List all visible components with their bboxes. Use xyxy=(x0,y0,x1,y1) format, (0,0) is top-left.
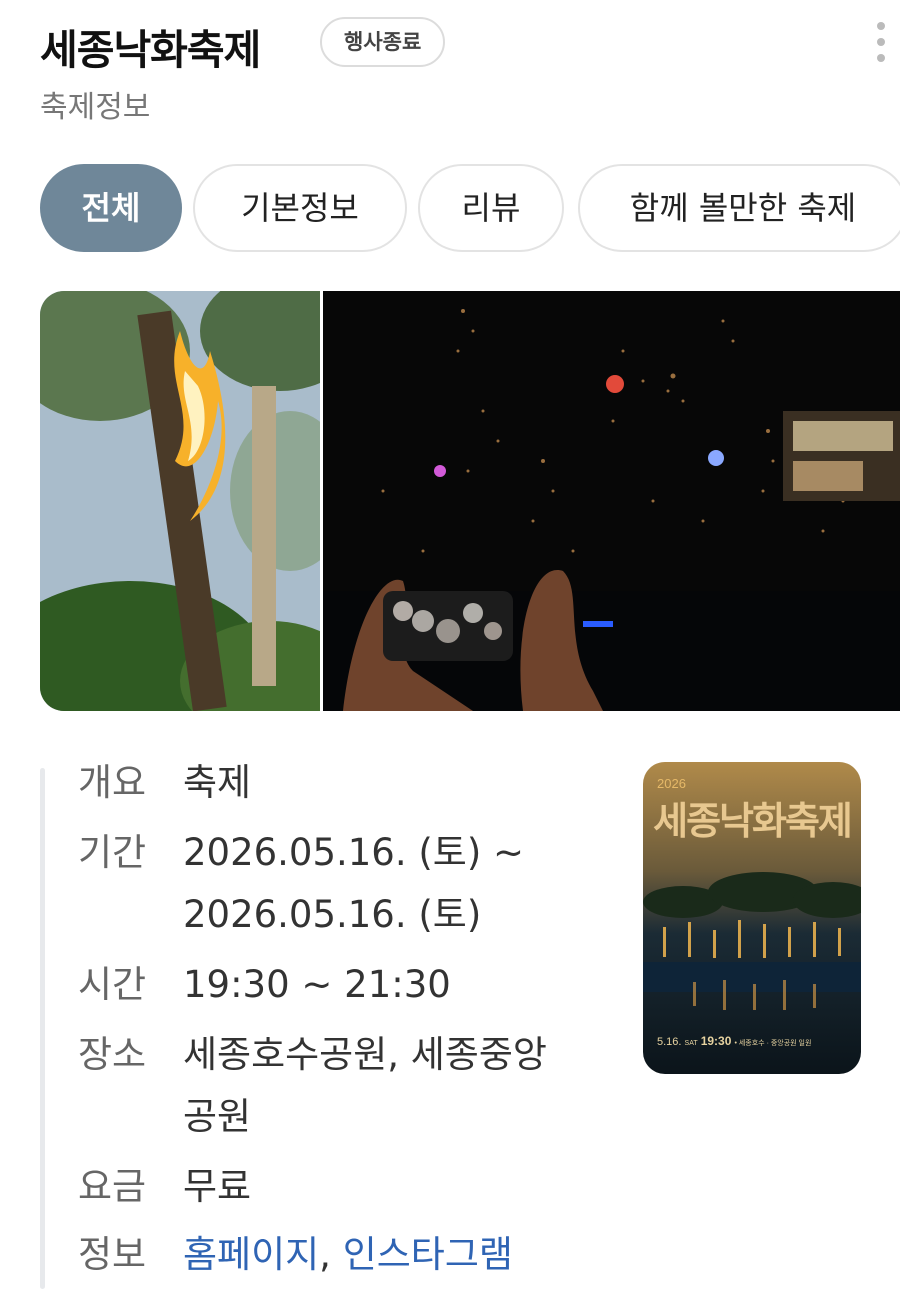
links-separator: , xyxy=(319,1233,331,1276)
header: 세종낙화축제 행사종료 축제정보 xyxy=(40,12,885,125)
info-label: 장소 xyxy=(78,1033,147,1076)
page-title: 세종낙화축제 xyxy=(40,26,261,74)
tab-bar: 전체 기본정보 리뷰 함께 볼만한 축제 xyxy=(40,164,900,254)
info-divider-bar xyxy=(40,768,45,1289)
overview-link[interactable]: 축제 xyxy=(183,750,613,816)
photo-night-fireworks[interactable] xyxy=(323,291,900,711)
burning-rope-image xyxy=(40,291,320,711)
time-value: 19:30 ~ 21:30 xyxy=(183,963,451,1006)
tab-reviews[interactable]: 리뷰 xyxy=(418,164,564,252)
poster-date: 5.16. xyxy=(657,1036,681,1048)
place-link-line-2[interactable]: 공원 xyxy=(183,1084,613,1150)
photo-burning-rope[interactable] xyxy=(40,291,320,711)
fee-value: 무료 xyxy=(183,1165,252,1208)
tab-related-festivals[interactable]: 함께 볼만한 축제 xyxy=(578,164,900,252)
tab-all[interactable]: 전체 xyxy=(40,164,182,252)
poster-venue: • 세종호수 · 중앙공원 일원 xyxy=(734,1038,811,1047)
homepage-link[interactable]: 홈페이지 xyxy=(183,1233,319,1276)
page-subtitle: 축제정보 xyxy=(40,90,151,125)
poster-image: 2026 세종낙화축제 5.16. SAT 19:30 • 세종호수 · 중앙공… xyxy=(643,762,861,1074)
info-label: 정보 xyxy=(78,1233,147,1276)
photo-gallery xyxy=(40,291,900,711)
more-options-button[interactable] xyxy=(864,20,898,64)
status-badge: 행사종료 xyxy=(320,17,446,67)
info-label: 개요 xyxy=(78,761,147,804)
poster-year: 2026 xyxy=(657,776,686,791)
tab-basic-info[interactable]: 기본정보 xyxy=(193,164,407,252)
period-line-2: 2026.05.16. (토) xyxy=(183,893,482,936)
info-label: 시간 xyxy=(78,963,147,1006)
info-label: 기간 xyxy=(78,831,147,874)
poster-day: SAT xyxy=(685,1040,699,1047)
links-value: 홈페이지, 인스타그램 xyxy=(183,1222,613,1288)
period-line-1: 2026.05.16. (토) ~ xyxy=(183,831,525,874)
instagram-link[interactable]: 인스타그램 xyxy=(343,1233,513,1276)
info-label: 요금 xyxy=(78,1165,147,1208)
festival-poster[interactable]: 2026 세종낙화축제 5.16. SAT 19:30 • 세종호수 · 중앙공… xyxy=(643,762,861,1074)
more-vertical-icon xyxy=(877,22,885,30)
poster-time: 19:30 xyxy=(701,1034,732,1048)
poster-title: 세종낙화축제 xyxy=(653,799,851,843)
place-link-line-1[interactable]: 세종호수공원, 세종중앙 xyxy=(183,1022,613,1088)
night-fireworks-image xyxy=(323,291,900,711)
